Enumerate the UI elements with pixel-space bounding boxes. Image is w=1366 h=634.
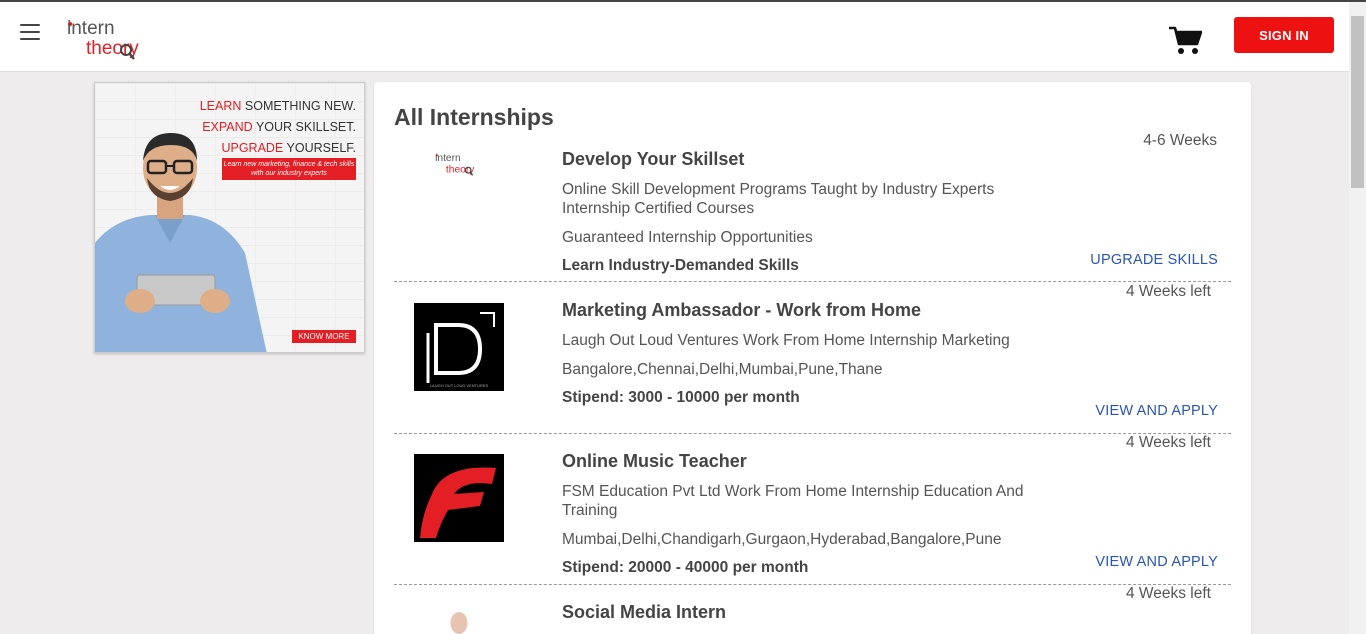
brand-logo[interactable]: intern theory bbox=[66, 16, 156, 62]
internship-logo-avatar bbox=[450, 612, 468, 634]
svg-text:LAUGH OUT LOUD VENTURES: LAUGH OUT LOUD VENTURES bbox=[430, 383, 489, 388]
promo-banner[interactable]: LEARN SOMETHING NEW. EXPAND YOUR SKILLSE… bbox=[94, 82, 365, 353]
internship-time-left: 4 Weeks left bbox=[1125, 585, 1211, 602]
internship-title[interactable]: Social Media Intern bbox=[562, 602, 726, 623]
menu-icon[interactable] bbox=[20, 24, 40, 42]
internship-title[interactable]: Develop Your Skillset bbox=[562, 149, 744, 170]
svg-text:intern: intern bbox=[435, 153, 461, 164]
internship-title[interactable]: Online Music Teacher bbox=[562, 451, 747, 472]
upgrade-skills-link[interactable]: UPGRADE SKILLS bbox=[1090, 252, 1218, 268]
internship-logo-fsm-education bbox=[414, 454, 504, 542]
view-and-apply-link[interactable]: VIEW AND APPLY bbox=[1095, 403, 1218, 419]
internship-logo-intern-theory: intern theory bbox=[435, 153, 475, 176]
internship-item-develop-skillset[interactable]: intern theory Develop Your Skillset Onli… bbox=[394, 132, 1231, 282]
internship-locations: Bangalore,Chennai,Delhi,Mumbai,Pune,Than… bbox=[562, 361, 883, 378]
internship-highlight: Learn Industry-Demanded Skills bbox=[562, 257, 799, 274]
internship-logo-laugh-out-loud: LAUGH OUT LOUD VENTURES bbox=[414, 303, 504, 391]
internship-time-left: 4 Weeks left bbox=[1125, 434, 1211, 451]
view-and-apply-link[interactable]: VIEW AND APPLY bbox=[1095, 554, 1218, 570]
internship-time-left: 4 Weeks left bbox=[1125, 283, 1211, 300]
internship-duration: 4-6 Weeks bbox=[1143, 132, 1217, 149]
internship-stipend: Stipend: 20000 - 40000 per month bbox=[562, 559, 809, 576]
promo-subtext: Learn new marketing, finance & tech skil… bbox=[222, 158, 356, 180]
cart-icon[interactable] bbox=[1168, 26, 1202, 56]
internship-detail: Guaranteed Internship Opportunities bbox=[562, 229, 813, 246]
top-header: intern theory SIGN IN bbox=[0, 2, 1349, 72]
internship-description: Online Skill Development Programs Taught… bbox=[562, 181, 995, 217]
internship-item-online-music-teacher[interactable]: Online Music Teacher FSM Education Pvt L… bbox=[394, 434, 1231, 585]
internship-item-marketing-ambassador[interactable]: LAUGH OUT LOUD VENTURES Marketing Ambass… bbox=[394, 283, 1231, 434]
promo-headline: LEARN SOMETHING NEW. EXPAND YOUR SKILLSE… bbox=[199, 99, 356, 155]
internship-company: FSM Education Pvt Ltd Work From Home Int… bbox=[562, 483, 1024, 519]
internship-company: Laugh Out Loud Ventures Work From Home I… bbox=[562, 332, 1010, 349]
svg-text:intern: intern bbox=[67, 18, 115, 39]
page-title: All Internships bbox=[394, 104, 554, 130]
know-more-button[interactable]: KNOW MORE bbox=[292, 330, 356, 343]
sign-in-button[interactable]: SIGN IN bbox=[1234, 17, 1334, 53]
internship-item-social-media-intern[interactable]: Social Media Intern 4 Weeks left bbox=[394, 585, 1231, 634]
internship-list-card: All Internships intern theory Develop Yo… bbox=[374, 82, 1251, 634]
internship-locations: Mumbai,Delhi,Chandigarh,Gurgaon,Hyderaba… bbox=[562, 531, 1002, 548]
internship-stipend: Stipend: 3000 - 10000 per month bbox=[562, 389, 800, 406]
scrollbar-thumb[interactable] bbox=[1351, 16, 1364, 188]
page-scrollbar[interactable] bbox=[1349, 2, 1366, 634]
internship-title[interactable]: Marketing Ambassador - Work from Home bbox=[562, 300, 921, 321]
